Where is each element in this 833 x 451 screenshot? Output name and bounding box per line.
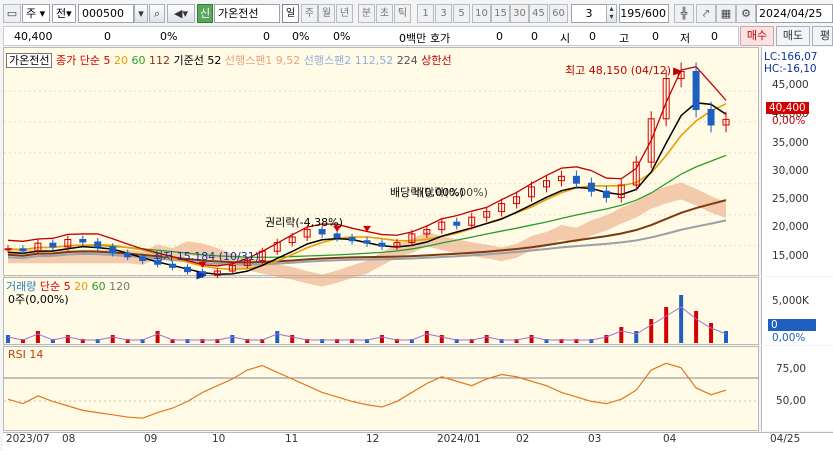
candle-body <box>124 252 132 258</box>
time-tick-label: 04/25 <box>770 433 801 445</box>
legend-ma112: 112 <box>148 54 170 67</box>
candle-body <box>139 256 147 262</box>
time-tick-label: 2024/01 <box>437 433 481 445</box>
candle-body <box>333 233 341 239</box>
legend-upper: 상한선 <box>421 54 452 67</box>
volume-bar <box>65 335 70 343</box>
candle-body <box>184 266 191 273</box>
rsi-line <box>7 362 727 419</box>
candle-body <box>363 240 371 244</box>
candle-body <box>109 246 117 254</box>
upper-band-line <box>7 65 727 267</box>
volume-tick-5000k: 5,000K <box>772 295 809 307</box>
candle-body <box>707 109 715 126</box>
high-annotation: 최고 48,150 (04/12) <box>565 64 672 77</box>
rsi-tick-75: 75,00 <box>776 363 807 375</box>
volume-info: 0주(0,00%) <box>8 293 69 306</box>
volume-tick-pct: 0,00% <box>772 332 806 344</box>
legend-224: 224 <box>396 54 418 67</box>
time-tick-label: 02 <box>516 433 530 445</box>
candle-body <box>692 70 700 111</box>
legend-ma20: 20 <box>113 54 128 67</box>
price-tick-label: 45,000 <box>772 79 809 91</box>
volume-bar <box>484 335 489 343</box>
current-price-tag: 40,400 <box>766 102 809 114</box>
time-tick-label: 11 <box>285 433 299 445</box>
volume-bar <box>709 323 714 343</box>
volume-bar <box>379 335 384 343</box>
volume-bar <box>664 307 669 343</box>
candle-body <box>348 237 356 242</box>
volume-ma60: 60 <box>91 280 106 293</box>
volume-bar <box>424 331 429 343</box>
volume-ma120: 120 <box>109 280 131 293</box>
legend-stock-name[interactable]: 가온전선 <box>6 53 53 68</box>
price-tick-label: 15,000 <box>772 250 809 262</box>
price-tick-label: 25,000 <box>772 193 809 205</box>
low-annotation: 최저 15,184 (10/31) <box>153 250 260 263</box>
legend: 가온전선 종가 단순 5 20 60 112 기준선 52 선행스팬1 9,52… <box>6 52 452 68</box>
time-tick-label: 2023/07 <box>6 433 50 445</box>
time-tick-label: 12 <box>366 433 380 445</box>
candle-body <box>169 263 177 268</box>
volume-bar <box>619 327 624 343</box>
volume-bar <box>290 335 295 343</box>
volume-bar <box>529 335 534 343</box>
rsi-tick-50: 50,00 <box>776 395 807 407</box>
candle-body <box>378 242 386 247</box>
volume-ma20: 20 <box>74 280 89 293</box>
time-tick-label: 03 <box>588 433 602 445</box>
candle-body <box>602 190 610 198</box>
candle-body <box>4 248 12 251</box>
price-tick-label: 30,000 <box>772 165 809 177</box>
volume-bar <box>649 319 654 343</box>
candle-body <box>94 241 102 248</box>
price-tick-label: 20,000 <box>772 221 809 233</box>
volume-bar <box>724 331 728 343</box>
legend-kijun: 기준선 52 <box>173 54 222 67</box>
candle-body <box>49 242 57 248</box>
volume-bar <box>275 331 280 343</box>
legend-ma60: 60 <box>131 54 146 67</box>
volume-bar <box>110 335 115 343</box>
volume-bar <box>439 335 444 343</box>
baedang-annotation-2: 배당락(0,00%) <box>414 186 488 199</box>
time-tick-label: 09 <box>144 433 158 445</box>
volume-tick-0: 0 <box>768 319 816 331</box>
volume-bar <box>35 331 40 343</box>
legend-span1: 선행스팬1 9,52 <box>224 54 301 67</box>
volume-bar <box>6 335 10 343</box>
volume-ma-line <box>7 306 727 341</box>
candle-body <box>572 175 580 184</box>
lc-label: LC:166,07 <box>764 51 818 63</box>
legend-ma5: 5 <box>103 54 111 67</box>
volume-bar <box>679 295 684 343</box>
rsi-title: RSI 14 <box>8 348 44 361</box>
volume-bar <box>694 311 699 343</box>
volume-bar <box>230 335 235 343</box>
candle-body <box>453 221 461 226</box>
price-tick-label: 35,000 <box>772 137 809 149</box>
current-pct: 0,00% <box>772 115 806 127</box>
time-tick-label: 08 <box>62 433 76 445</box>
gwon-annotation: 권리락(-4,38%) <box>265 216 343 229</box>
legend-span2: 선행스팬2 112,52 <box>303 54 394 67</box>
candle-body <box>79 238 87 243</box>
volume-bar <box>155 331 160 343</box>
hc-label: HC:-16,10 <box>764 63 817 75</box>
candle-body <box>587 182 595 192</box>
time-tick-label: 04 <box>663 433 677 445</box>
time-tick-label: 10 <box>212 433 226 445</box>
legend-ma-label: 종가 단순 <box>55 54 100 67</box>
candle-body <box>19 248 27 252</box>
candle-body <box>318 229 326 235</box>
